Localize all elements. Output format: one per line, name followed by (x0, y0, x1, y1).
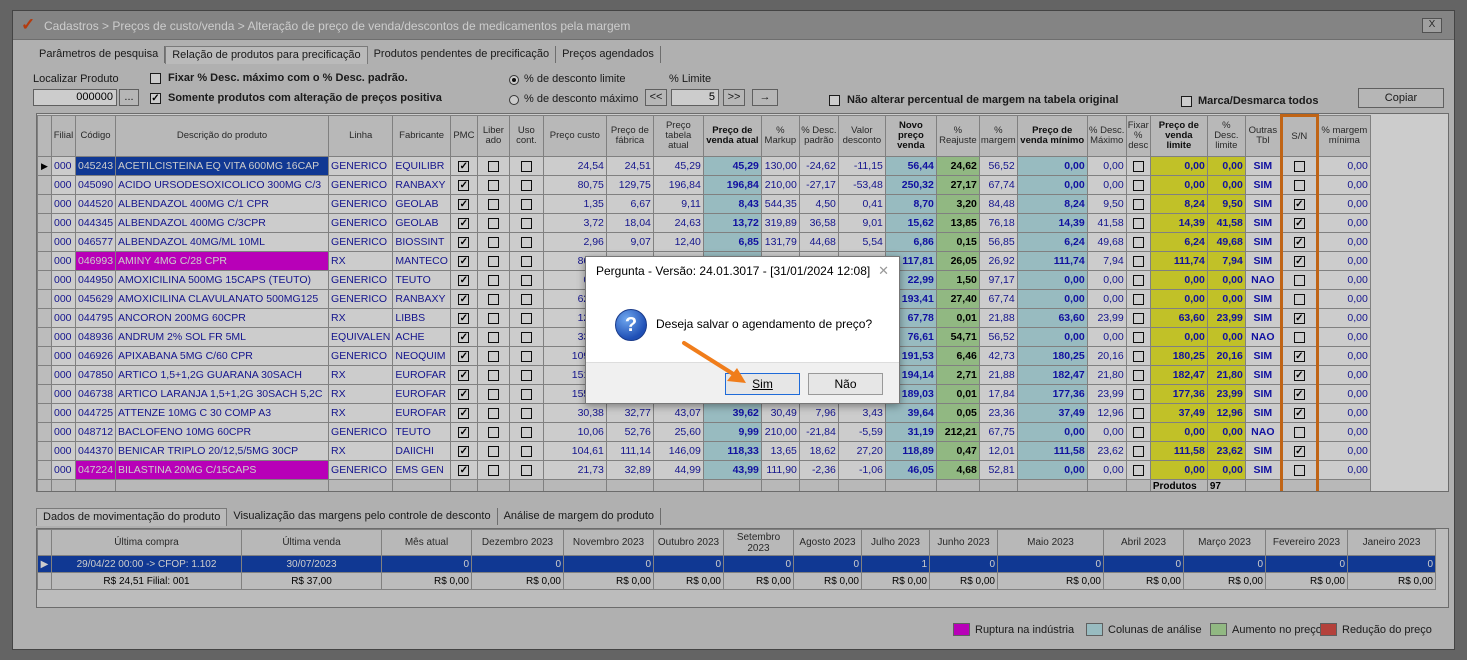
dialog-message: Deseja salvar o agendamento de preço? (656, 317, 873, 331)
pointer-arrow-icon (682, 341, 746, 383)
dialog-title: Pergunta - Versão: 24.01.3017 - [31/01/2… (596, 264, 871, 278)
no-button[interactable]: Não (808, 373, 883, 395)
question-icon: ? (615, 309, 647, 341)
dialog-close-icon[interactable]: ✕ (878, 263, 889, 279)
yes-button-label: Sim (752, 377, 773, 391)
